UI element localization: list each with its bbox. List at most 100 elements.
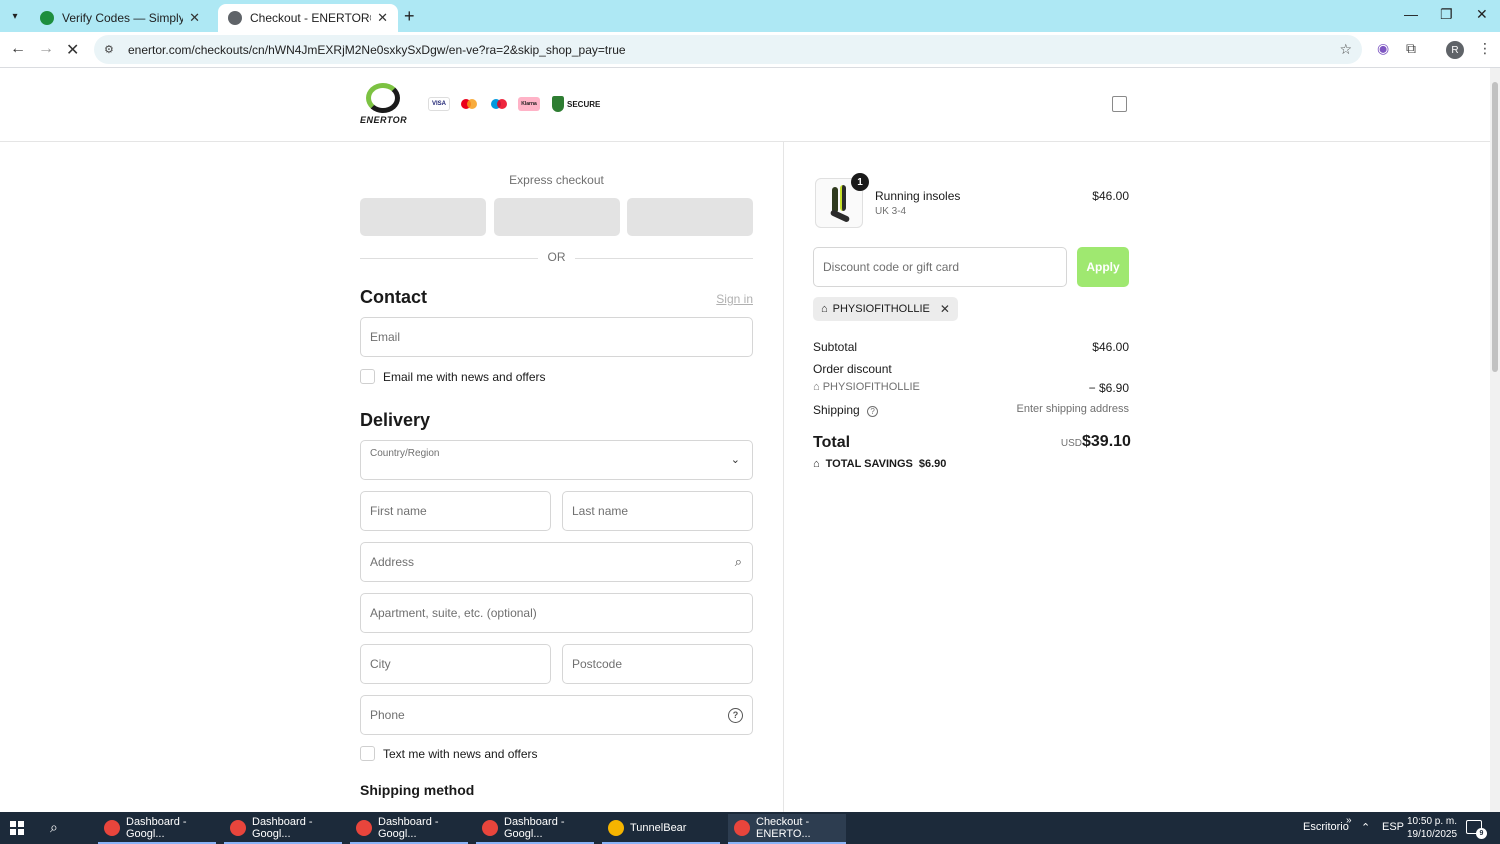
menu-kebab-icon[interactable]: ⋮ [1478,40,1492,57]
subtotal-value: $46.00 [1092,340,1129,354]
close-icon[interactable]: ✕ [189,10,200,26]
enertor-logo[interactable]: ENERTOR [360,83,410,128]
shield-icon [552,96,564,112]
enertor-logo-mark-icon [366,83,400,113]
tag-icon: ⌂ [813,458,820,470]
applied-code-chip: ⌂ PHYSIOFITHOLLIE ✕ [813,297,958,321]
postcode-input[interactable] [563,645,752,683]
quantity-badge: 1 [851,173,869,191]
chevron-down-icon: ⌄ [730,454,740,466]
info-circle-icon[interactable]: ? [867,406,879,417]
url-text: enertor.com/checkouts/cn/hWN4JmEXRjM2Ne0… [128,42,626,57]
email-news-checkbox[interactable] [360,369,375,384]
taskbar-item[interactable]: Dashboard - Googl... [98,814,216,844]
extensions-puzzle-icon[interactable]: ⧉ [1406,40,1416,57]
chrome-icon [482,820,498,836]
total-currency: USD [1060,438,1082,449]
apartment-input[interactable] [361,594,752,632]
address-bar[interactable]: ⚙ enertor.com/checkouts/cn/hWN4JmEXRjM2N… [94,35,1362,64]
tab-checkout[interactable]: Checkout - ENERTOR® ✕ [218,4,398,32]
taskbar-item[interactable]: Dashboard - Googl... [350,814,468,844]
contact-heading: Contact [360,287,427,307]
postcode-field[interactable] [562,644,753,684]
tab-simplycodes[interactable]: Verify Codes — SimplyCodes ✕ [30,4,210,32]
scrollbar-thumb[interactable] [1492,82,1498,372]
city-field[interactable] [360,644,551,684]
chevron-up-icon[interactable]: ⌃ [1361,821,1370,834]
shipping-value: Enter shipping address [1016,403,1129,415]
email-news-checkbox-row[interactable]: Email me with news and offers [360,369,546,384]
simplycodes-favicon-icon [40,11,54,25]
secure-badge: SECURE [552,96,600,112]
discount-code-input[interactable] [814,248,1066,286]
address-input[interactable] [361,543,752,581]
taskbar-item-label: Dashboard - Googl... [252,816,313,840]
taskbar-item[interactable]: Dashboard - Googl... [224,814,342,844]
restore-icon[interactable]: ❐ [1440,6,1453,23]
discount-code-field[interactable] [813,247,1067,287]
minimize-icon[interactable]: — [1404,6,1418,22]
email-input[interactable] [361,318,752,356]
tag-icon: ⌂ [821,303,828,315]
enertor-favicon-icon [228,11,242,25]
last-name-field[interactable] [562,491,753,531]
city-input[interactable] [361,645,550,683]
remove-code-icon[interactable]: ✕ [940,302,950,316]
logo-text: ENERTOR [360,115,408,125]
help-circle-icon[interactable]: ? [728,708,743,723]
search-icon[interactable]: ⌕ [50,819,58,836]
phone-field[interactable]: ? [360,695,753,735]
apply-discount-button[interactable]: Apply [1077,247,1129,287]
express-pay-button-1[interactable] [360,198,486,236]
profile-avatar[interactable]: R [1446,41,1464,59]
clock[interactable]: 10:50 p. m. 19/10/2025 [1400,815,1464,841]
taskbar-item[interactable]: TunnelBear [602,814,720,844]
shipping-method-heading: Shipping method [360,782,475,798]
notification-count: 9 [1476,828,1487,839]
chevrons-right-icon[interactable]: » [1346,815,1352,826]
stop-loading-icon[interactable]: ✕ [66,40,79,60]
klarna-icon: Klarna [518,97,540,111]
discount-value: − $6.90 [1088,381,1129,395]
first-name-field[interactable] [360,491,551,531]
text-news-checkbox[interactable] [360,746,375,761]
windows-taskbar: ⌕ Dashboard - Googl... Dashboard - Googl… [0,812,1500,844]
forward-arrow-icon[interactable]: → [38,40,54,58]
express-pay-button-2[interactable] [494,198,620,236]
text-news-checkbox-row[interactable]: Text me with news and offers [360,746,538,761]
bookmark-star-icon[interactable]: ☆ [1339,41,1352,58]
maestro-icon [488,97,510,111]
text-news-label: Text me with news and offers [383,746,538,761]
sign-in-link[interactable]: Sign in [700,292,753,306]
tab-search-chevron-icon[interactable]: ▾ [6,7,24,25]
new-tab-plus-icon[interactable]: + [404,6,415,27]
phone-input[interactable] [361,696,752,734]
country-select[interactable]: Country/Region ⌄ [360,440,753,480]
first-name-input[interactable] [361,492,550,530]
mastercard-icon [458,97,480,111]
site-info-icon[interactable]: ⚙ [104,43,118,56]
window-close-icon[interactable]: ✕ [1476,6,1488,23]
time: 10:50 p. m. [1406,816,1458,827]
email-field[interactable] [360,317,753,357]
apartment-field[interactable] [360,593,753,633]
address-field[interactable]: ⌕ [360,542,753,582]
last-name-input[interactable] [563,492,752,530]
savings-label: TOTAL SAVINGS [825,458,913,470]
extension-circle-icon[interactable]: ◉ [1377,40,1389,57]
order-discount-label: Order discount [813,362,892,376]
taskbar-item-label: Dashboard - Googl... [504,816,565,840]
close-icon[interactable]: ✕ [377,10,388,26]
shopping-bag-icon[interactable] [1112,96,1127,112]
chrome-icon [356,820,372,836]
taskbar-item[interactable]: Dashboard - Googl... [476,814,594,844]
back-arrow-icon[interactable]: ← [10,40,26,58]
express-pay-button-3[interactable] [627,198,753,236]
insole-image-part [840,185,846,211]
product-price: $46.00 [1092,189,1129,203]
windows-start-icon[interactable] [10,821,24,835]
desktop-label[interactable]: Escritorio [1303,821,1349,833]
shipping-label-text: Shipping [813,403,860,417]
taskbar-item[interactable]: Checkout - ENERTO... [728,814,846,844]
or-text: OR [547,250,566,264]
